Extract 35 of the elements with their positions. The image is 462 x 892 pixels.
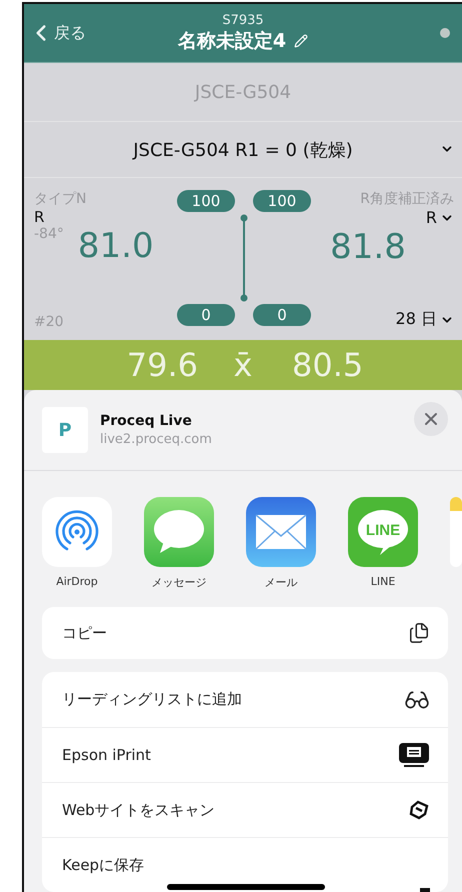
reading-count: #20 xyxy=(34,314,65,330)
scan-icon xyxy=(408,799,430,821)
upper-limit-pill[interactable]: 100 xyxy=(253,190,311,212)
correction-label: R角度補正済み xyxy=(360,190,454,208)
edit-icon[interactable] xyxy=(294,34,308,48)
unit-label: R xyxy=(34,208,46,226)
app-logo: P xyxy=(42,407,88,453)
action-item[interactable]: コピー xyxy=(42,607,448,659)
age-dropdown[interactable]: 28 日 xyxy=(396,309,454,330)
device-id: S7935 xyxy=(222,12,264,28)
corrected-value: 81.8 xyxy=(330,227,406,267)
envelope-icon xyxy=(255,514,307,550)
lower-limit-pill[interactable]: 0 xyxy=(177,304,235,326)
lower-limit-pill[interactable]: 0 xyxy=(253,304,311,326)
summary-left-value: 79.6 xyxy=(126,346,198,384)
action-item[interactable]: リーディングリストに追加 xyxy=(42,672,448,727)
reading-value: 81.0 xyxy=(78,226,154,266)
page-title: 名称未設定4 xyxy=(178,28,286,54)
probe-type: タイプN xyxy=(34,190,88,208)
upper-limit-pill[interactable]: 100 xyxy=(177,190,235,212)
range-line-icon xyxy=(240,214,248,302)
app-url: live2.proceq.com xyxy=(100,432,213,447)
close-button[interactable] xyxy=(414,402,448,436)
action-item[interactable]: Epson iPrint xyxy=(42,727,448,782)
app-name: Proceq Live xyxy=(100,413,193,429)
action-item[interactable]: Webサイトをスキャン xyxy=(42,782,448,837)
unit-dropdown[interactable]: R xyxy=(426,208,454,227)
printer-icon xyxy=(398,742,430,768)
status-dot xyxy=(440,28,450,38)
summary-right-value: 80.5 xyxy=(292,346,364,384)
mean-symbol: x̄ xyxy=(234,346,252,384)
speech-bubble-icon xyxy=(152,509,206,555)
copy-icon xyxy=(408,622,430,644)
back-button[interactable]: 戻る xyxy=(24,20,124,46)
angle-label: -84° xyxy=(34,226,64,242)
